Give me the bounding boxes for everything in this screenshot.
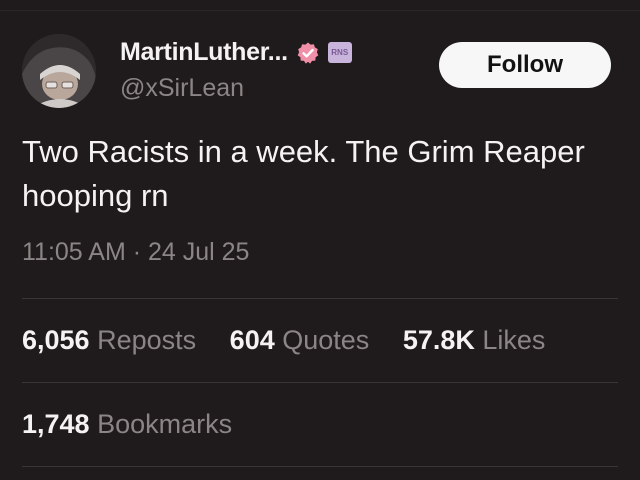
top-divider bbox=[0, 10, 640, 11]
reposts-count: 6,056 bbox=[22, 325, 90, 355]
quotes-count: 604 bbox=[229, 325, 275, 355]
likes-stat[interactable]: 57.8K Likes bbox=[403, 325, 546, 355]
bookmarks-label: Bookmarks bbox=[97, 409, 233, 439]
engagement-stats: 6,056 Reposts 604 Quotes 57.8K Likes bbox=[22, 325, 545, 356]
bookmarks-stat[interactable]: 1,748 Bookmarks bbox=[22, 409, 232, 440]
quotes-stat[interactable]: 604 Quotes bbox=[230, 325, 370, 355]
likes-count: 57.8K bbox=[402, 325, 475, 355]
likes-label: Likes bbox=[482, 325, 546, 355]
tweet-text: Two Racists in a week. The Grim Reaper h… bbox=[22, 134, 585, 213]
reposts-label: Reposts bbox=[97, 325, 197, 355]
divider bbox=[22, 382, 618, 383]
bookmarks-count: 1,748 bbox=[22, 409, 90, 439]
account-handle[interactable]: @xSirLean bbox=[120, 74, 244, 103]
account-name-row: MartinLuther... RNS bbox=[120, 38, 352, 67]
display-name[interactable]: MartinLuther... bbox=[120, 38, 288, 67]
divider bbox=[22, 298, 618, 299]
reposts-stat[interactable]: 6,056 Reposts bbox=[22, 325, 196, 355]
tweet-timestamp[interactable]: 11:05 AM · 24 Jul 25 bbox=[22, 238, 249, 267]
affiliate-badge-icon[interactable]: RNS bbox=[327, 42, 352, 63]
quotes-label: Quotes bbox=[282, 325, 370, 355]
divider bbox=[22, 466, 618, 467]
follow-button[interactable]: Follow bbox=[439, 42, 611, 88]
avatar[interactable] bbox=[22, 34, 96, 108]
avatar-image bbox=[22, 34, 96, 108]
verified-badge-icon[interactable] bbox=[296, 41, 320, 65]
